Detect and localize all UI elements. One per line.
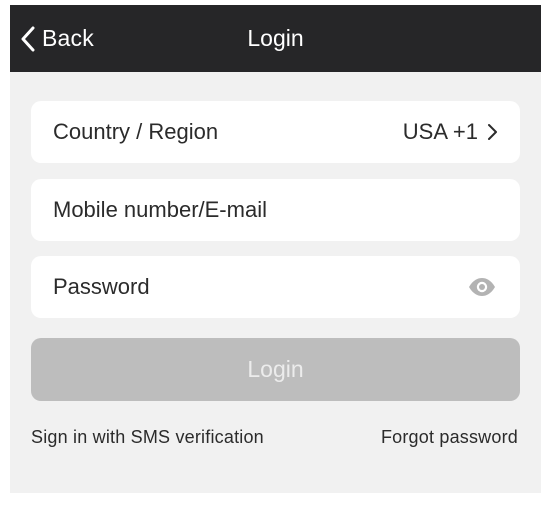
chevron-right-icon [486, 122, 498, 142]
sms-signin-link[interactable]: Sign in with SMS verification [31, 427, 264, 448]
eye-icon[interactable] [468, 277, 496, 297]
password-input[interactable] [53, 274, 468, 300]
back-label: Back [42, 25, 94, 51]
back-button[interactable]: Back [18, 5, 94, 72]
login-button[interactable]: Login [31, 338, 520, 401]
country-code-value: USA +1 [402, 119, 478, 144]
navigation-bar: Back Login [10, 5, 541, 72]
forgot-password-link[interactable]: Forgot password [381, 427, 518, 448]
mobile-email-input[interactable] [53, 197, 498, 223]
chevron-left-icon [18, 25, 38, 53]
mobile-email-field[interactable] [31, 179, 520, 241]
password-field[interactable] [31, 256, 520, 318]
country-region-label: Country / Region [53, 119, 219, 144]
country-region-selector[interactable]: Country / Region USA +1 [31, 101, 520, 163]
login-screen: Back Login Country / Region USA +1 Login… [10, 5, 541, 493]
